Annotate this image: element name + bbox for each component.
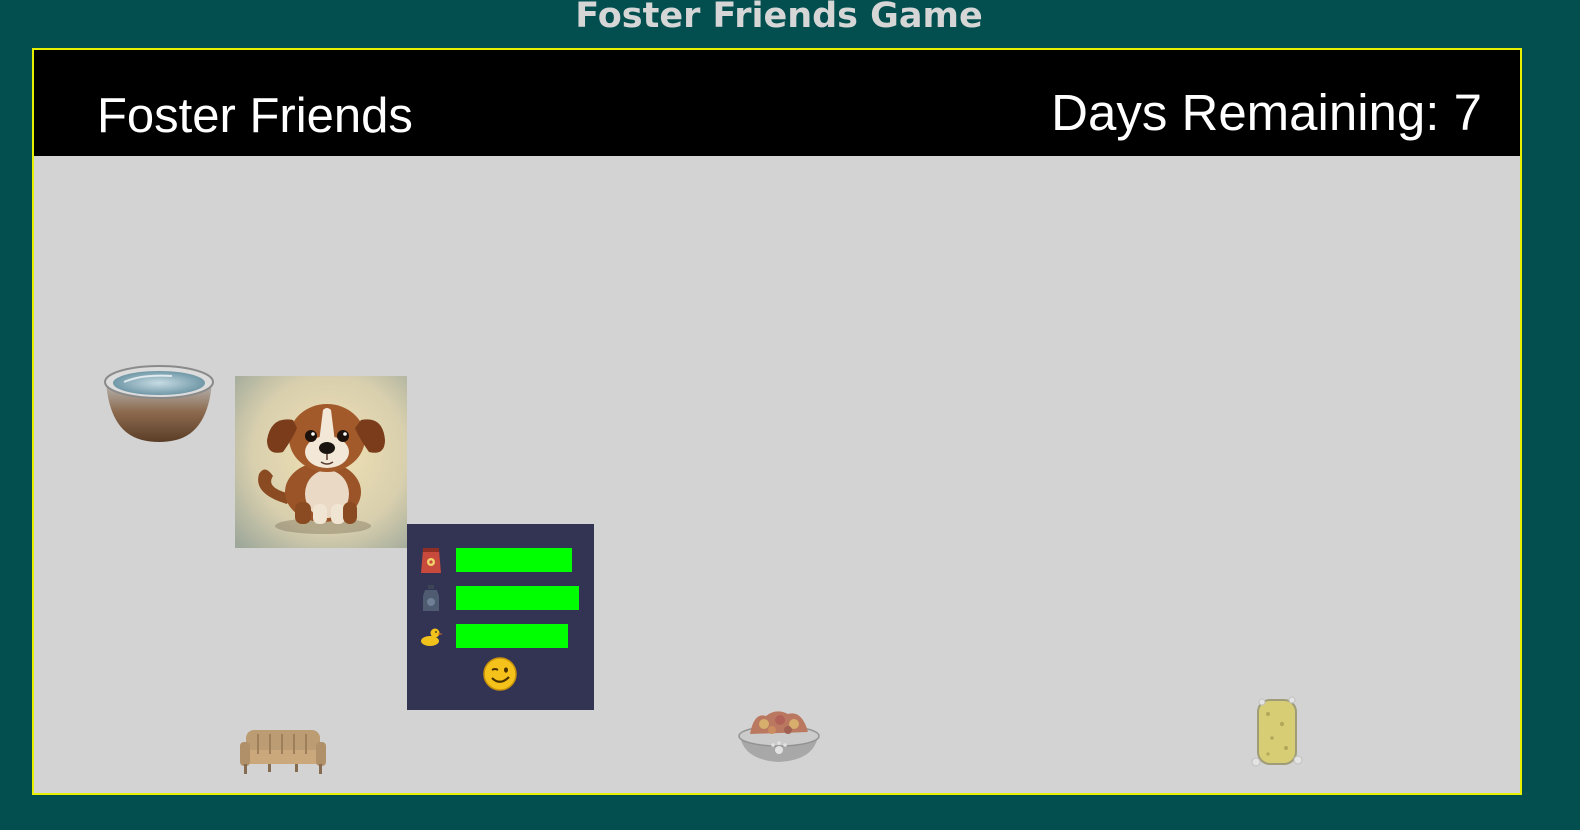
thirst-bar-fill — [456, 586, 580, 610]
days-remaining: Days Remaining: 7 — [1051, 84, 1482, 141]
hunger-bar-fill — [456, 548, 572, 572]
couch-icon[interactable] — [238, 726, 328, 776]
rubber-duck-icon — [421, 628, 443, 646]
hunger-bar — [456, 548, 582, 572]
game-title: Foster Friends — [97, 89, 413, 143]
food-bag-icon — [421, 548, 441, 573]
food-bowl-icon[interactable] — [736, 706, 822, 766]
thirst-bar — [456, 586, 582, 610]
water-bottle-icon — [423, 585, 439, 611]
game-frame[interactable]: Foster Friends Days Remaining: 7 — [32, 48, 1522, 795]
stat-thirst — [407, 584, 594, 612]
winking-face-icon — [483, 657, 517, 691]
puppy-portrait[interactable] — [235, 376, 407, 548]
game-header: Foster Friends Days Remaining: 7 — [34, 50, 1520, 156]
page-title: Foster Friends Game — [575, 0, 983, 36]
hygiene-bar — [456, 624, 582, 648]
hygiene-bar-fill — [456, 624, 569, 648]
stat-hygiene — [407, 622, 594, 650]
water-bowl-icon[interactable] — [102, 362, 216, 446]
pet-stats-panel — [407, 524, 594, 710]
stat-hunger — [407, 546, 594, 574]
sponge-icon[interactable] — [1244, 694, 1308, 770]
